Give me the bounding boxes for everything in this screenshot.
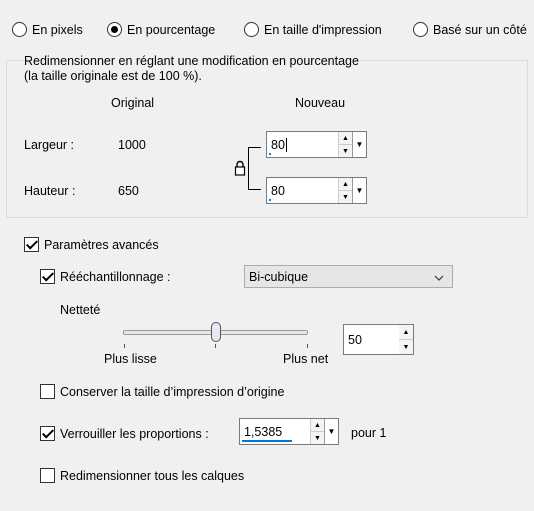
spin-up-icon[interactable]: ▲ — [399, 325, 413, 340]
width-original-value: 1000 — [118, 138, 146, 152]
height-spin-buttons: ▲ ▼ — [338, 178, 352, 203]
resample-method-select[interactable]: Bi-cubique — [244, 265, 453, 288]
radio-circle[interactable] — [413, 22, 428, 37]
slider-tick — [215, 344, 216, 348]
ratio-spinbox[interactable]: 1,5385 ▲ ▼ ▼ — [239, 418, 339, 445]
column-header-original: Original — [111, 96, 155, 110]
dropdown-arrow-icon[interactable]: ▼ — [352, 132, 366, 157]
group-description: Redimensionner en réglant une modificati… — [24, 54, 361, 84]
width-label: Largeur : — [24, 138, 75, 152]
spin-up-icon[interactable]: ▲ — [339, 178, 352, 191]
keep-print-size-label: Conserver la taille d’impression d’origi… — [60, 384, 285, 399]
advanced-params-label: Paramètres avancés — [44, 237, 159, 252]
radio-base-sur-un-cote[interactable]: Basé sur un côté — [413, 22, 527, 37]
width-new-value: 80 — [271, 137, 285, 152]
radio-label-en-pixels: En pixels — [32, 22, 83, 37]
width-spin-buttons: ▲ ▼ — [338, 132, 352, 157]
ratio-spin-buttons: ▲ ▼ — [310, 419, 324, 444]
sharpness-input[interactable]: 50 — [344, 325, 399, 354]
width-new-input[interactable]: 80 — [267, 132, 338, 157]
sharpness-spinbox[interactable]: 50 ▲ ▼ — [343, 324, 414, 355]
column-header-new: Nouveau — [295, 96, 346, 110]
radio-circle[interactable] — [12, 22, 27, 37]
sharpness-spin-buttons: ▲ ▼ — [399, 325, 413, 354]
lock-icon[interactable] — [234, 160, 246, 176]
width-new-spinbox[interactable]: 80 ▲ ▼ ▼ — [266, 131, 367, 158]
radio-circle-selected[interactable] — [107, 22, 122, 37]
resize-all-layers-label: Redimensionner tous les calques — [60, 468, 245, 483]
keep-print-size-row[interactable]: Conserver la taille d’impression d’origi… — [40, 384, 284, 399]
sharpness-slider-thumb[interactable] — [210, 322, 221, 342]
lock-ratio-row[interactable]: Verrouiller les proportions : — [40, 426, 209, 441]
height-label: Hauteur : — [24, 184, 76, 198]
slider-min-label: Plus lisse — [104, 352, 157, 366]
spin-down-icon[interactable]: ▼ — [311, 432, 324, 444]
lock-ratio-label: Verrouiller les proportions : — [60, 426, 209, 441]
resize-all-layers-row[interactable]: Redimensionner tous les calques — [40, 468, 244, 483]
radio-label-base-sur-un-cote: Basé sur un côté — [433, 22, 527, 37]
lock-ratio-checkbox[interactable] — [40, 426, 55, 441]
spin-down-icon[interactable]: ▼ — [339, 191, 352, 203]
ratio-suffix: pour 1 — [351, 426, 387, 440]
radio-en-pixels[interactable]: En pixels — [12, 22, 83, 37]
group-description-line1: Redimensionner en réglant une modificati… — [24, 54, 359, 68]
dropdown-arrow-icon[interactable]: ▼ — [352, 178, 366, 203]
resample-label: Rééchantillonnage : — [60, 269, 171, 284]
radio-circle[interactable] — [244, 22, 259, 37]
slider-tick — [307, 344, 308, 348]
sharpness-label: Netteté — [60, 303, 101, 317]
height-new-value: 80 — [271, 183, 285, 198]
radio-en-pourcentage[interactable]: En pourcentage — [107, 22, 215, 37]
chevron-down-icon — [434, 270, 452, 284]
resample-checkbox-row[interactable]: Rééchantillonnage : — [40, 269, 171, 284]
spin-up-icon[interactable]: ▲ — [311, 419, 324, 432]
link-bracket — [248, 147, 261, 190]
advanced-params-checkbox-row[interactable]: Paramètres avancés — [24, 237, 159, 252]
keep-print-size-checkbox[interactable] — [40, 384, 55, 399]
advanced-params-checkbox[interactable] — [24, 237, 39, 252]
slider-max-label: Plus net — [283, 352, 329, 366]
focus-underline — [269, 153, 271, 155]
group-description-line2: (la taille originale est de 100 %). — [24, 69, 202, 83]
focus-underline — [269, 199, 271, 201]
resize-all-layers-checkbox[interactable] — [40, 468, 55, 483]
radio-label-en-pourcentage: En pourcentage — [127, 22, 216, 37]
radio-label-en-taille-impression: En taille d'impression — [264, 22, 382, 37]
height-new-input[interactable]: 80 — [267, 178, 338, 203]
radio-en-taille-impression[interactable]: En taille d'impression — [244, 22, 382, 37]
slider-tick — [124, 344, 125, 348]
spin-down-icon[interactable]: ▼ — [399, 340, 413, 354]
ratio-value: 1,5385 — [244, 424, 283, 439]
height-new-spinbox[interactable]: 80 ▲ ▼ ▼ — [266, 177, 367, 204]
resample-checkbox[interactable] — [40, 269, 55, 284]
spin-down-icon[interactable]: ▼ — [339, 145, 352, 157]
focus-underline — [242, 440, 292, 442]
height-original-value: 650 — [118, 184, 139, 198]
text-caret — [285, 137, 287, 152]
sharpness-value: 50 — [348, 332, 362, 347]
dropdown-arrow-icon[interactable]: ▼ — [324, 419, 338, 444]
resample-method-value: Bi-cubique — [249, 269, 309, 284]
spin-up-icon[interactable]: ▲ — [339, 132, 352, 145]
